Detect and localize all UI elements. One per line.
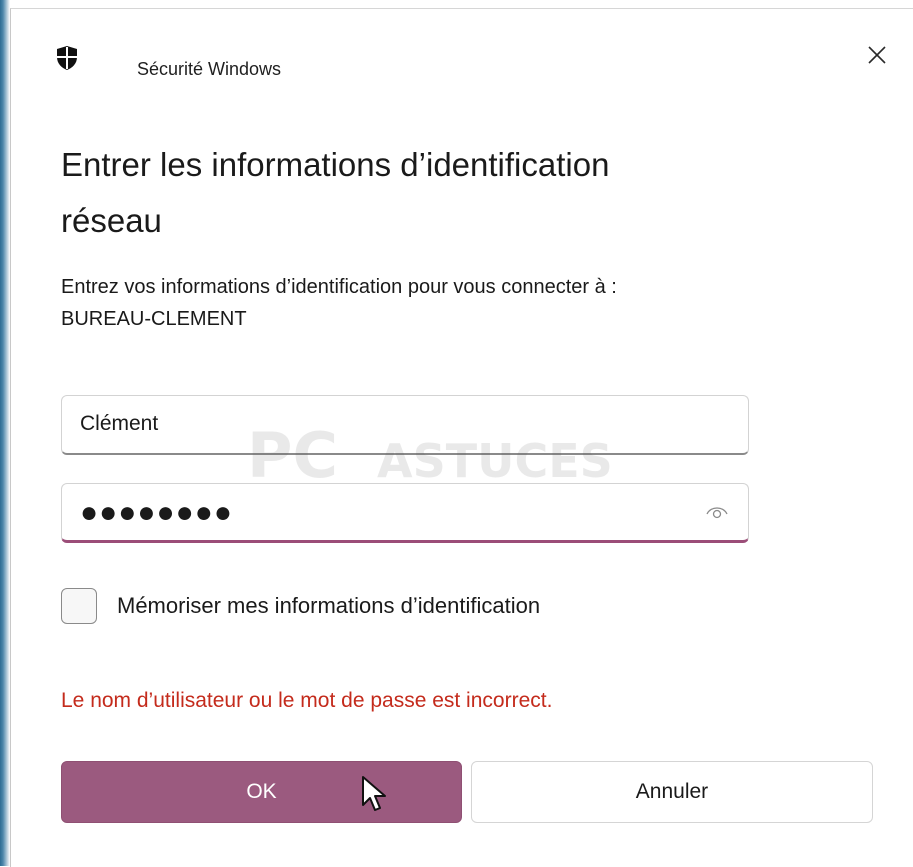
title-bar: Sécurité Windows bbox=[11, 9, 913, 127]
ok-button-label: OK bbox=[246, 780, 277, 803]
password-input[interactable]: ●●●●●●●● bbox=[61, 483, 749, 543]
dialog-heading: Entrer les informations d’identification… bbox=[61, 137, 841, 249]
cancel-button[interactable]: Annuler bbox=[471, 761, 873, 823]
close-icon[interactable] bbox=[867, 45, 887, 65]
heading-line-2: réseau bbox=[61, 202, 162, 239]
remember-credentials-label[interactable]: Mémoriser mes informations d’identificat… bbox=[117, 593, 540, 619]
dialog-description: Entrez vos informations d’identification… bbox=[61, 271, 881, 335]
remember-credentials-checkbox[interactable] bbox=[61, 588, 97, 624]
description-line-1: Entrez vos informations d’identification… bbox=[61, 276, 617, 298]
heading-line-1: Entrer les informations d’identification bbox=[61, 146, 610, 183]
shield-icon bbox=[57, 46, 77, 70]
username-input[interactable]: Clément bbox=[61, 395, 749, 455]
remember-credentials-row[interactable]: Mémoriser mes informations d’identificat… bbox=[61, 585, 540, 627]
username-value: Clément bbox=[80, 412, 159, 435]
cancel-button-label: Annuler bbox=[635, 780, 709, 803]
close-button[interactable] bbox=[857, 35, 897, 75]
windows-security-dialog: Sécurité Windows Entrer les informations… bbox=[10, 8, 913, 867]
password-mask: ●●●●●●●● bbox=[80, 496, 233, 529]
target-computer-name: BUREAU-CLEMENT bbox=[61, 308, 247, 330]
eye-icon[interactable] bbox=[706, 504, 728, 520]
ok-button[interactable]: OK bbox=[61, 761, 462, 823]
app-title: Sécurité Windows bbox=[137, 59, 282, 79]
error-message: Le nom d’utilisateur ou le mot de passe … bbox=[61, 689, 553, 712]
